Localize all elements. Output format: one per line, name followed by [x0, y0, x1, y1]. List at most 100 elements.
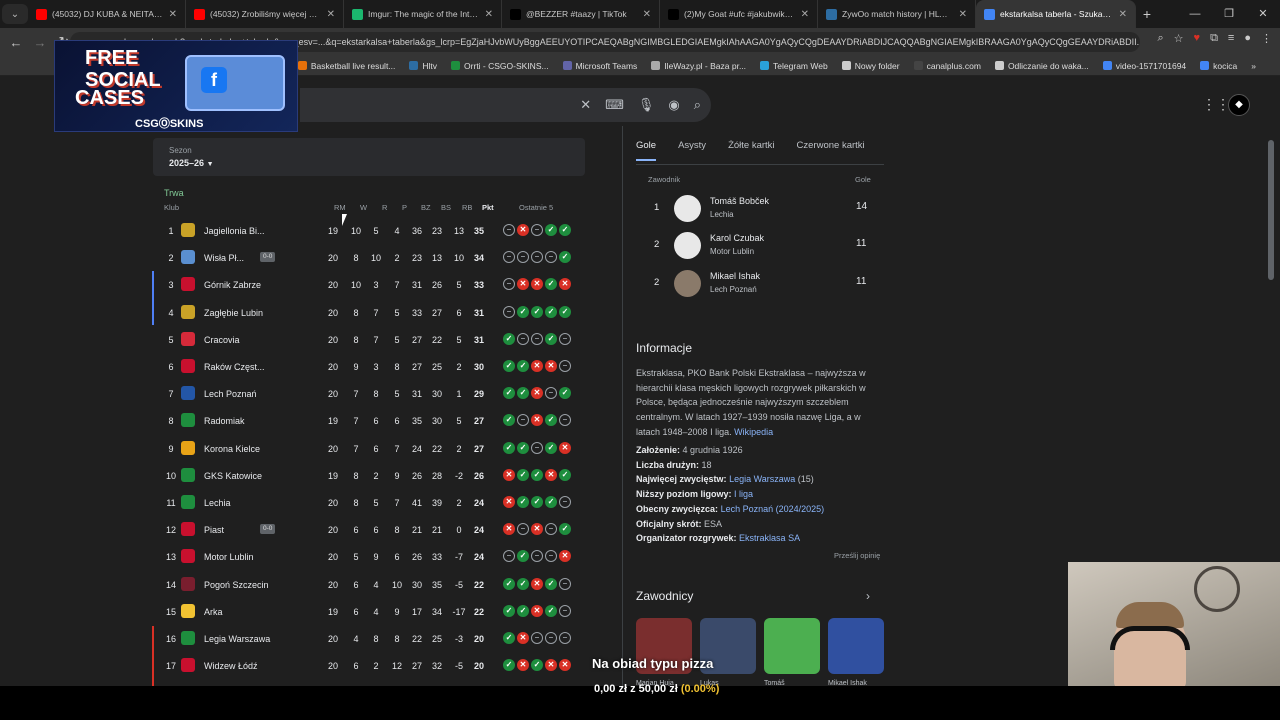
bookmark-item[interactable]: video-1571701694 [1102, 61, 1186, 71]
back-icon[interactable]: ← [4, 35, 28, 50]
club-name[interactable]: Górnik Zabrze [204, 280, 261, 290]
scorer-name[interactable]: Mikael Ishak [710, 271, 760, 281]
draw-icon[interactable]: – [545, 387, 557, 400]
win-icon[interactable]: ✓ [517, 604, 529, 617]
tab-search-button[interactable]: ⌄ [2, 4, 28, 24]
win-icon[interactable]: ✓ [503, 577, 515, 590]
club-name[interactable]: Legia Warszawa [204, 634, 270, 644]
club-name[interactable]: Arka [204, 607, 223, 617]
loss-icon[interactable]: ✕ [531, 414, 543, 427]
minimize-icon[interactable]: — [1178, 0, 1212, 28]
win-icon[interactable]: ✓ [545, 414, 557, 427]
browser-tab[interactable]: @BEZZER #taazy | TikTok ✕ [502, 0, 660, 28]
bookmark-item[interactable]: Hltv [409, 61, 437, 71]
win-icon[interactable]: ✓ [545, 305, 557, 318]
club-name[interactable]: Raków Częst... [204, 362, 265, 372]
draw-icon[interactable]: – [559, 577, 571, 590]
table-row[interactable]: 13 Motor Lublin 20 5 9 6 26 33 -7 24– ✓ – – ✕ [153, 543, 585, 570]
draw-icon[interactable]: – [517, 523, 529, 536]
restore-icon[interactable]: ❐ [1212, 0, 1246, 28]
table-row[interactable]: 5 Cracovia 20 8 7 5 27 22 5 31 ✓ – – ✓ – [153, 326, 585, 353]
draw-icon[interactable]: – [559, 414, 571, 427]
win-icon[interactable]: ✓ [545, 577, 557, 590]
tab-goals[interactable]: Gole [636, 140, 657, 161]
new-tab-button[interactable]: + [1136, 6, 1158, 22]
browser-tab[interactable]: (45032) DJ KUBA & NEITAN - P ✕ [28, 0, 186, 28]
tab-assists[interactable]: Asysty [678, 140, 706, 161]
bookmark-item[interactable]: IleWazy.pl - Baza pr... [651, 61, 746, 71]
club-name[interactable]: Cracovia [204, 335, 240, 345]
draw-icon[interactable]: – [503, 550, 515, 563]
browser-tab[interactable]: ekstarkalsa taberla - Szukaj w G ✕ [976, 0, 1136, 28]
forward-icon[interactable]: → [28, 35, 52, 50]
win-icon[interactable]: ✓ [517, 441, 529, 454]
loss-icon[interactable]: ✕ [545, 659, 557, 672]
tab-close-icon[interactable]: ✕ [643, 9, 651, 20]
draw-icon[interactable]: – [503, 305, 515, 318]
win-icon[interactable]: ✓ [545, 332, 557, 345]
extension-icon[interactable]: ♥ [1194, 32, 1201, 45]
draw-icon[interactable]: – [545, 550, 557, 563]
draw-icon[interactable]: – [545, 523, 557, 536]
draw-icon[interactable]: – [559, 360, 571, 372]
table-row[interactable]: 1 Jagiellonia Bi... 19 10 5 4 36 23 13 35– ✕ – ✓ ✓ [153, 217, 585, 244]
table-row[interactable]: 2 Wisła Pł... 0-0 20 8 10 2 23 13 10 34– – – – ✓ [153, 244, 585, 271]
win-icon[interactable]: ✓ [545, 604, 557, 617]
menu-icon[interactable]: ⋮ [1261, 32, 1272, 45]
win-icon[interactable]: ✓ [503, 414, 515, 427]
scorer-row[interactable]: 1 Tomáš Bobček Lechia 14 [636, 190, 884, 227]
fact-value[interactable]: I liga [734, 489, 753, 499]
draw-icon[interactable]: – [531, 251, 543, 264]
bookmark-item[interactable]: Microsoft Teams [562, 61, 637, 71]
loss-icon[interactable]: ✕ [517, 224, 529, 236]
club-name[interactable]: Pogoń Szczecin [204, 580, 269, 590]
media-icon[interactable]: ≡ [1228, 32, 1234, 45]
tab-yellow-cards[interactable]: Żółte kartki [728, 140, 774, 161]
bookmark-item[interactable]: Nowy folder [841, 61, 900, 71]
table-row[interactable]: 9 Korona Kielce 20 7 6 7 24 22 2 27 ✓ ✓ – ✓ ✕ [153, 435, 585, 462]
win-icon[interactable]: ✓ [517, 577, 529, 590]
table-row[interactable]: 11 Lechia 20 8 5 7 41 39 2 24 ✕ ✓ ✓ ✓ – [153, 489, 585, 516]
loss-icon[interactable]: ✕ [559, 278, 571, 291]
club-name[interactable]: Lech Poznań [204, 389, 257, 399]
tab-close-icon[interactable]: ✕ [485, 9, 493, 20]
tab-close-icon[interactable]: ✕ [169, 9, 177, 20]
win-icon[interactable]: ✓ [531, 659, 543, 672]
browser-tab[interactable]: (45032) Zrobiliśmy więcej niż st ✕ [186, 0, 344, 28]
table-row[interactable]: 8 Radomiak 19 7 6 6 35 30 5 27 ✓ – ✕ ✓ – [153, 407, 585, 434]
tab-close-icon[interactable]: ✕ [959, 9, 967, 20]
loss-icon[interactable]: ✕ [559, 550, 571, 563]
fact-value[interactable]: Ekstraklasa SA [739, 533, 800, 543]
bookmark-item[interactable]: canalplus.com [913, 61, 981, 71]
table-row[interactable]: 17 Widzew Łódź 20 6 2 12 27 32 -5 20 ✓ ✕ ✓ ✕ ✕ [153, 652, 585, 679]
club-name[interactable]: Widzew Łódź [204, 661, 258, 671]
draw-icon[interactable]: – [531, 332, 543, 345]
win-icon[interactable]: ✓ [545, 278, 557, 291]
bookmark-item[interactable]: kocica [1200, 61, 1237, 71]
loss-icon[interactable]: ✕ [545, 360, 557, 372]
feedback-link[interactable]: Prześlij opinię [834, 551, 880, 560]
draw-icon[interactable]: – [531, 632, 543, 644]
browser-tab[interactable]: ZywOo match history | HLTV.or ✕ [818, 0, 976, 28]
win-icon[interactable]: ✓ [531, 305, 543, 318]
fact-value[interactable]: Lech Poznań (2024/2025) [721, 504, 825, 514]
table-row[interactable]: 3 Górnik Zabrze 20 10 3 7 31 26 5 33– ✕ ✕ ✓ ✕ [153, 271, 585, 298]
draw-icon[interactable]: – [559, 604, 571, 617]
loss-icon[interactable]: ✕ [517, 659, 529, 672]
voice-search-icon[interactable]: 🎙 [638, 97, 655, 113]
win-icon[interactable]: ✓ [517, 550, 529, 563]
table-row[interactable]: 16 Legia Warszawa 20 4 8 8 22 25 -3 20 ✓ ✕ – – – [153, 625, 585, 652]
search-box[interactable]: ✕ ⌨ 🎙 ◉ ⌕ [300, 88, 711, 122]
scorer-name[interactable]: Karol Czubak [710, 233, 764, 243]
close-window-icon[interactable]: ✕ [1246, 0, 1280, 28]
club-name[interactable]: Zagłębie Lubin [204, 308, 263, 318]
loss-icon[interactable]: ✕ [531, 387, 543, 400]
wikipedia-link[interactable]: Wikipedia [734, 427, 773, 437]
bookmark-star-icon[interactable]: ☆ [1174, 32, 1184, 45]
win-icon[interactable]: ✓ [559, 387, 571, 400]
tab-close-icon[interactable]: ✕ [1119, 9, 1127, 20]
search-icon[interactable]: ⌕ [694, 97, 701, 113]
chevron-right-icon[interactable]: › [866, 589, 870, 603]
clear-search-icon[interactable]: ✕ [580, 97, 591, 113]
win-icon[interactable]: ✓ [545, 441, 557, 454]
